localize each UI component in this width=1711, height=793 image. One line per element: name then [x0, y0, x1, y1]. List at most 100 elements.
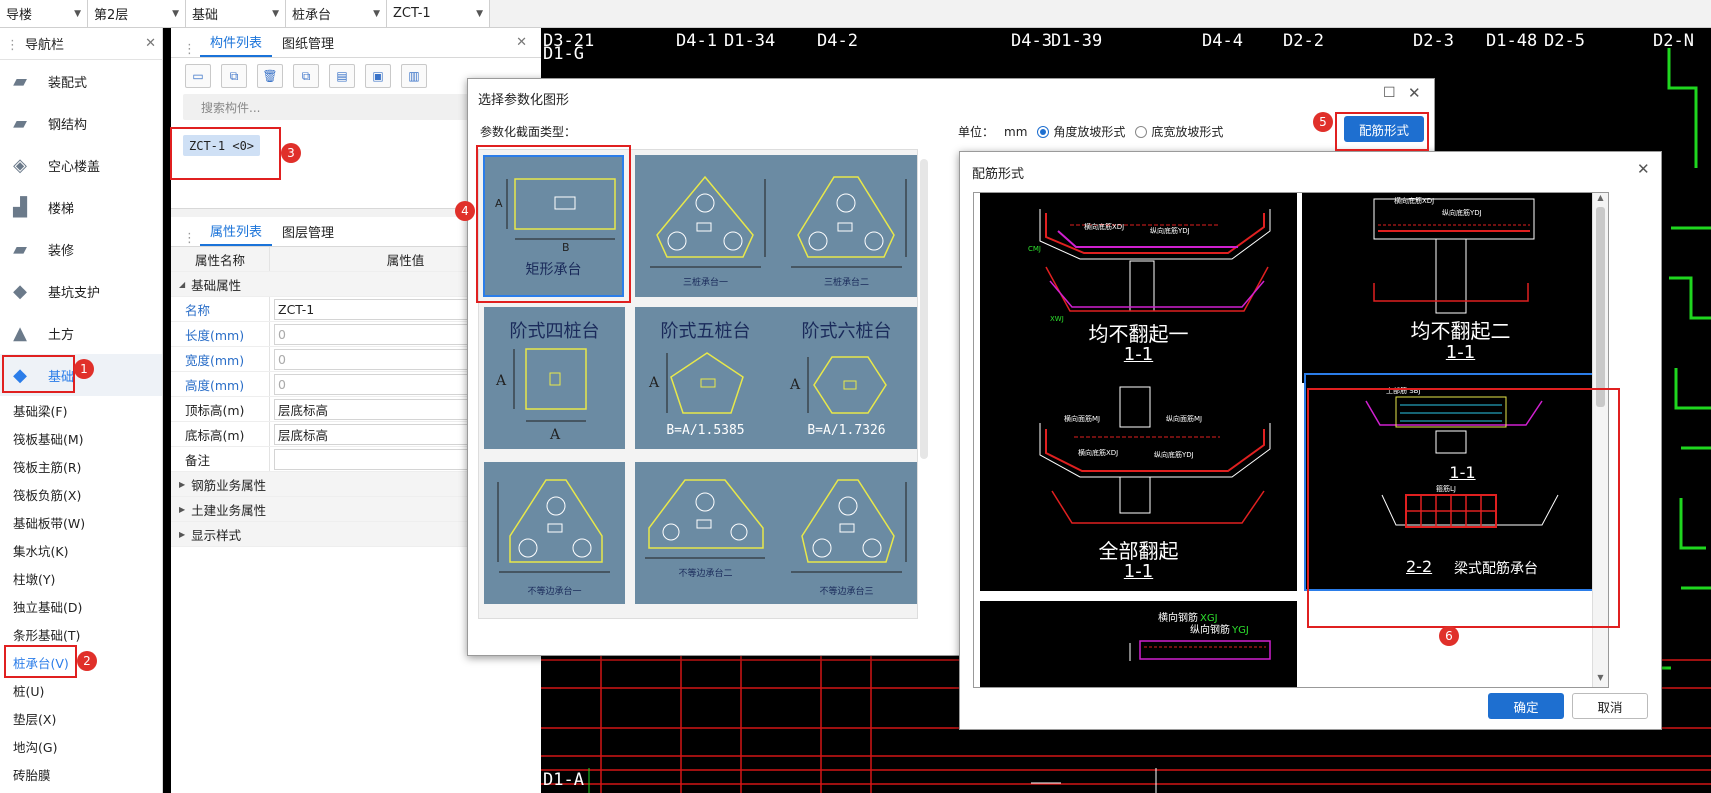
svg-text:CMJ: CMJ: [1028, 245, 1041, 253]
dialog-title: 选择参数化图形: [478, 93, 570, 108]
close-icon[interactable]: ✕: [516, 35, 527, 50]
grid-label: D4-3: [1011, 31, 1052, 51]
nav-sub-item-10[interactable]: 桩(U): [0, 676, 162, 704]
nav-header: ⋮ 导航栏 ✕: [0, 28, 162, 60]
scroll-up-icon[interactable]: ▲: [1593, 193, 1608, 207]
svg-text:A: A: [648, 375, 660, 391]
filter-icon[interactable]: ▥: [401, 64, 427, 88]
close-icon[interactable]: ✕: [1637, 160, 1650, 178]
nav-sub-item-2[interactable]: 筏板主筋(R): [0, 452, 162, 480]
grid-label: D4-1: [676, 31, 717, 51]
maximize-icon[interactable]: ☐: [1383, 85, 1396, 101]
nav-sub-item-5[interactable]: 集水坑(K): [0, 536, 162, 564]
svg-text:纵向底筋YDJ: 纵向底筋YDJ: [1442, 208, 1482, 217]
rebar-section-drawing: [1129, 640, 1271, 661]
shape-tile-three-pile-2[interactable]: 三桩承台二: [776, 155, 917, 297]
drag-handle-icon[interactable]: ⋮: [6, 38, 19, 53]
tab-component-list[interactable]: 构件列表: [200, 27, 273, 57]
drag-handle-icon[interactable]: ⋮: [183, 231, 196, 246]
scrollbar-thumb[interactable]: [1596, 207, 1605, 407]
svg-text:纵向面筋MJ: 纵向面筋MJ: [1166, 414, 1202, 423]
chevron-down-icon: ▼: [172, 8, 179, 19]
grid-label: D2-N: [1653, 31, 1694, 51]
export-icon[interactable]: ▣: [365, 64, 391, 88]
highlight-box-foundation: [2, 355, 75, 393]
shape-grid-scrollbar[interactable]: [920, 159, 928, 459]
nav-category-4[interactable]: ▰ 装修: [0, 228, 162, 270]
tab-property-list[interactable]: 属性列表: [200, 216, 273, 246]
grid-label: D2-2: [1283, 31, 1324, 51]
new-component-icon[interactable]: ▭: [185, 64, 211, 88]
radio-width-slope[interactable]: [1135, 125, 1148, 138]
nav-sub-item-1[interactable]: 筏板基础(M): [0, 424, 162, 452]
ok-button[interactable]: 确定: [1488, 693, 1564, 719]
svg-text:A: A: [549, 427, 561, 443]
highlight-box-shape: [476, 145, 631, 303]
chevron-down-icon: ▼: [476, 8, 483, 19]
scroll-down-icon[interactable]: ▼: [1593, 673, 1608, 687]
nav-sub-item-0[interactable]: 基础梁(F): [0, 396, 162, 424]
nav-sub-item-12[interactable]: 地沟(G): [0, 732, 162, 760]
pit-support-icon: ◆: [13, 280, 27, 302]
nav-category-0[interactable]: ▰ 装配式: [0, 60, 162, 102]
cancel-button[interactable]: 取消: [1572, 693, 1648, 719]
nav-sub-item-4[interactable]: 基础板带(W): [0, 508, 162, 536]
nav-category-2[interactable]: ◈ 空心楼盖: [0, 144, 162, 186]
svg-text:横向底筋XDJ: 横向底筋XDJ: [1084, 222, 1124, 231]
svg-text:纵向底筋YDJ: 纵向底筋YDJ: [1154, 450, 1194, 459]
rebar-tile-partial[interactable]: 横向钢筋 XGJ 纵向钢筋 YGJ: [980, 601, 1297, 687]
nav-category-5[interactable]: ◆ 基坑支护: [0, 270, 162, 312]
expand-icon: ▶: [179, 479, 186, 489]
nav-sub-item-7[interactable]: 独立基础(D): [0, 592, 162, 620]
close-icon[interactable]: ✕: [1408, 84, 1421, 102]
floor-copy-icon[interactable]: ▤: [329, 64, 355, 88]
shape-tile-stepped-six[interactable]: 阶式六桩台 A B=A/1.7326: [776, 307, 917, 449]
step-badge: 2: [77, 651, 97, 671]
rebar-tile-no-bend-1[interactable]: 横向底筋XDJ 纵向底筋YDJ CMJ XWJ 均不翻起一 1-1: [980, 193, 1297, 383]
nav-sub-item-13[interactable]: 砖胎膜: [0, 760, 162, 788]
category-dropdown[interactable]: 基础 ▼: [186, 0, 286, 27]
nav-sub-item-8[interactable]: 条形基础(T): [0, 620, 162, 648]
component-dropdown[interactable]: ZCT-1 ▼: [387, 0, 490, 27]
nav-category-6[interactable]: ▲ 土方: [0, 312, 162, 354]
rebar-tile-all-bend[interactable]: 横向面筋MJ 纵向面筋MJ 横向底筋XDJ 纵向底筋YDJ 全部翻起 1-1: [980, 373, 1297, 591]
grid-label: D2-3: [1413, 31, 1454, 51]
navigation-panel: ⋮ 导航栏 ✕ ▰ 装配式 ▰ 钢结构 ◈ 空心楼盖 ▟ 楼梯 ▰ 装修 ◆ 基坑支护 ▲ 土方 ◆ 基础 基础…: [0, 28, 163, 793]
floor-type-dropdown[interactable]: 导楼 ▼: [0, 0, 88, 27]
shape-tile-unequal-1[interactable]: 不等边承台一: [484, 462, 625, 604]
nav-sub-item-6[interactable]: 柱墩(Y): [0, 564, 162, 592]
top-toolbar: 导楼 ▼ 第2层 ▼ 基础 ▼ 桩承台 ▼ ZCT-1 ▼: [0, 0, 1711, 28]
chevron-down-icon: ▼: [74, 8, 81, 19]
floor-dropdown[interactable]: 第2层 ▼: [88, 0, 186, 27]
delete-icon[interactable]: 🗑: [257, 64, 283, 88]
duplicate-icon[interactable]: ⧉: [293, 64, 319, 88]
shape-tile-unequal-3[interactable]: 不等边承台三: [776, 462, 917, 604]
radio-angle-slope[interactable]: [1037, 125, 1050, 138]
stepped-four-pile-icon: AA: [495, 348, 587, 443]
hollow-floor-icon: ◈: [13, 154, 27, 176]
grid-label: D1-34: [724, 31, 776, 51]
drag-handle-icon[interactable]: ⋮: [183, 42, 196, 57]
shape-tile-three-pile-1[interactable]: 三桩承台一: [635, 155, 776, 297]
nav-sub-item-3[interactable]: 筏板负筋(X): [0, 480, 162, 508]
grid-label: D1-A: [543, 770, 584, 790]
rebar-tile-no-bend-2[interactable]: 横向底筋XDJ 纵向底筋YDJ 均不翻起二 1-1: [1302, 193, 1608, 383]
nav-sub-item-11[interactable]: 垫层(X): [0, 704, 162, 732]
highlight-box-pile-cap: [4, 645, 77, 678]
nav-category-1[interactable]: ▰ 钢结构: [0, 102, 162, 144]
svg-text:横向底筋XDJ: 横向底筋XDJ: [1078, 448, 1118, 457]
tab-drawing-management[interactable]: 图纸管理: [272, 27, 344, 57]
prefab-icon: ▰: [13, 70, 27, 92]
shape-tile-stepped-four[interactable]: 阶式四桩台 AA: [484, 307, 625, 449]
shape-tile-unequal-2[interactable]: 不等边承台二: [635, 462, 776, 604]
nav-category-3[interactable]: ▟ 楼梯: [0, 186, 162, 228]
subtype-dropdown[interactable]: 桩承台 ▼: [286, 0, 387, 27]
chevron-down-icon: ▼: [373, 8, 380, 19]
close-icon[interactable]: ✕: [145, 36, 156, 51]
copy-icon[interactable]: ⧉: [221, 64, 247, 88]
unequal-pile-icon: [791, 479, 907, 573]
tab-layer-management[interactable]: 图层管理: [272, 216, 344, 246]
shape-tile-stepped-five[interactable]: 阶式五桩台 A B=A/1.5385: [635, 307, 776, 449]
chevron-down-icon: ▼: [272, 8, 279, 19]
grid-label: D1-39: [1051, 31, 1103, 51]
